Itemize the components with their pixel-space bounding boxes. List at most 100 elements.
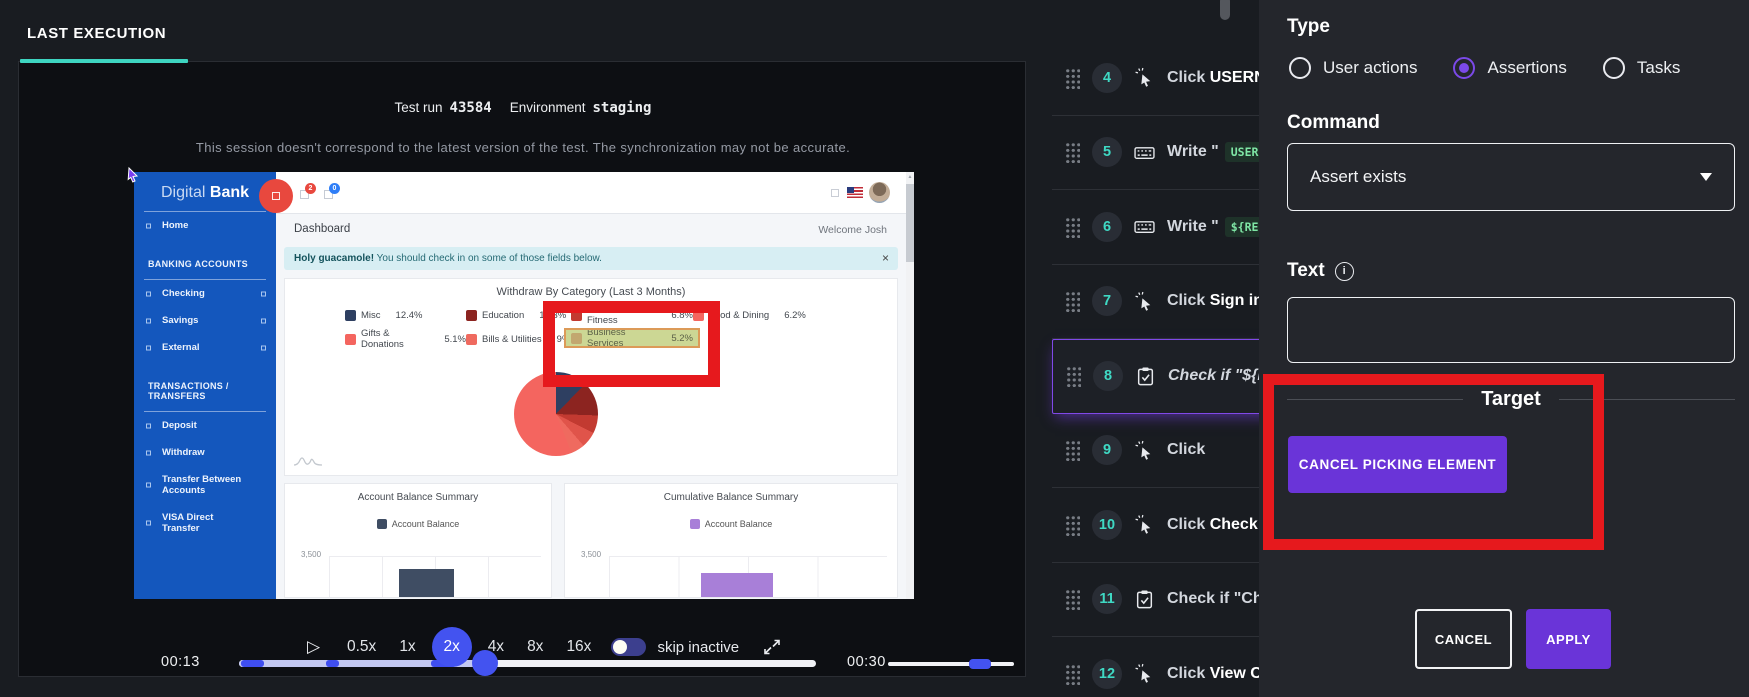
volume-slider[interactable] (888, 659, 1014, 669)
steps-scrollbar-thumb[interactable] (1220, 0, 1230, 20)
speed-button[interactable]: 1x (392, 627, 422, 667)
timeline-marker[interactable] (241, 660, 264, 667)
bank-nav-item[interactable]: External (144, 334, 266, 361)
avatar[interactable] (869, 182, 890, 203)
settings-icon[interactable] (831, 189, 839, 197)
test-run-meta: Test run 43584 Environment staging (19, 100, 1027, 116)
legend-item[interactable]: Gifts & Donations 5.1% (345, 328, 466, 350)
drag-handle-icon[interactable] (1064, 141, 1080, 164)
test-step-row[interactable]: 4 Click USERNAME (1052, 41, 1301, 116)
info-icon[interactable]: i (1334, 261, 1354, 281)
fullscreen-icon[interactable] (762, 637, 782, 657)
type-radio-option[interactable]: Assertions (1453, 57, 1567, 79)
notification-icon[interactable]: 2 (300, 183, 316, 199)
test-step-row[interactable]: 7 Click Sign in (1052, 265, 1292, 339)
drag-handle-icon[interactable] (1065, 365, 1081, 388)
summary-row: Account Balance Summary Account Balance … (284, 483, 898, 598)
bank-nav-item[interactable]: VISA Direct Transfer (144, 504, 266, 542)
test-step-row[interactable]: 11 Check if "Ch (1052, 563, 1292, 637)
test-step-row[interactable]: 8 Check if "${L (1052, 339, 1292, 414)
legend-swatch (466, 333, 477, 345)
drag-handle-icon[interactable] (1064, 290, 1080, 313)
text-input[interactable] (1287, 297, 1735, 363)
command-select[interactable]: Assert exists (1287, 143, 1735, 211)
click-icon (1134, 291, 1155, 312)
step-number: 8 (1093, 361, 1123, 392)
keyboard-icon (1134, 216, 1155, 237)
test-step-row[interactable]: 5 Write " USER (1052, 116, 1292, 190)
bank-nav-item[interactable]: Deposit (144, 412, 266, 439)
legend-label: Gifts & Donations (361, 328, 404, 350)
cumulative-balance-card: Cumulative Balance Summary Account Balan… (564, 483, 898, 598)
radio-label: Tasks (1636, 58, 1681, 77)
cancel-button[interactable]: CANCEL (1415, 609, 1512, 669)
click-icon (1134, 663, 1155, 684)
bank-nav-item[interactable]: Checking (144, 280, 266, 307)
nav-bullet-icon (146, 291, 151, 296)
step-number: 11 (1092, 584, 1122, 615)
apply-button[interactable]: APPLY (1526, 609, 1611, 669)
legend-swatch (466, 309, 477, 321)
video-frame[interactable]: Digital Bank Home BANKING ACCOUNTS Check… (134, 172, 914, 599)
test-step-row[interactable]: 10 Click Check (1052, 488, 1292, 563)
mini-bar-chart (609, 556, 887, 597)
scroll-up-icon[interactable]: ▲ (906, 172, 914, 182)
message-icon[interactable]: 0 (324, 183, 340, 199)
speed-button[interactable]: 2x (431, 627, 472, 667)
drag-handle-icon[interactable] (1064, 513, 1080, 536)
page-title: Dashboard (294, 223, 351, 235)
drag-handle-icon[interactable] (1064, 215, 1080, 238)
play-button[interactable]: ▷ (307, 637, 331, 657)
step-properties-panel: Type User actions Assertions Tasks Comma (1259, 0, 1749, 697)
test-step-row[interactable]: 12 Click View C (1052, 637, 1292, 697)
scrollbar[interactable]: ▲ (906, 172, 914, 599)
bank-nav-item[interactable]: Transfer Between Accounts (144, 466, 266, 504)
record-indicator-button[interactable] (259, 179, 293, 213)
speed-button[interactable]: 0.5x (340, 627, 383, 667)
volume-knob[interactable] (968, 659, 991, 669)
radio-icon[interactable] (1602, 57, 1625, 79)
bank-nav-item[interactable]: TRANSACTIONS / TRANSFERS (144, 373, 266, 412)
bank-nav-item[interactable]: Savings (144, 307, 266, 334)
drag-handle-icon[interactable] (1064, 66, 1080, 89)
bank-nav-item[interactable]: BANKING ACCOUNTS (144, 251, 266, 280)
test-run-value: 43584 (449, 100, 492, 116)
tab-last-execution[interactable]: LAST EXECUTION (27, 25, 166, 42)
nav-label: TRANSACTIONS / TRANSFERS (148, 381, 229, 401)
drag-handle-icon[interactable] (1064, 662, 1080, 685)
recorded-cursor-icon (127, 166, 139, 183)
type-radio-option[interactable]: User actions (1289, 57, 1417, 79)
scrollbar-thumb[interactable] (906, 184, 914, 262)
duration-time: 00:30 (847, 654, 886, 670)
skip-inactive-toggle[interactable] (611, 638, 647, 656)
welcome-text: Welcome Josh (818, 224, 887, 236)
radio-icon[interactable] (1453, 57, 1476, 79)
test-step-row[interactable]: 9 Click (1052, 414, 1292, 488)
bank-nav-item[interactable]: Withdraw (144, 439, 266, 466)
bank-nav-item[interactable]: Home (144, 212, 266, 239)
test-step-row[interactable]: 6 Write " ${RE (1052, 190, 1292, 265)
badge-count: 2 (305, 183, 316, 194)
radio-icon[interactable] (1289, 57, 1311, 79)
type-radio-option[interactable]: Tasks (1602, 57, 1681, 79)
legend-item[interactable]: Misc 12.4% (345, 307, 466, 323)
speed-button[interactable]: 4x (481, 627, 511, 667)
environment-value: staging (592, 100, 652, 116)
radio-label: User actions (1323, 58, 1418, 77)
nav-label: External (162, 342, 200, 353)
drag-handle-icon[interactable] (1064, 588, 1080, 611)
speed-button[interactable]: 16x (559, 627, 598, 667)
us-flag-icon[interactable] (847, 187, 863, 198)
nav-label: BANKING ACCOUNTS (148, 259, 248, 269)
nav-label: Transfer Between Accounts (162, 474, 242, 496)
speed-button[interactable]: 8x (520, 627, 550, 667)
chevron-down-icon (1700, 173, 1712, 187)
nav-label: VISA Direct Transfer (162, 512, 214, 534)
command-value: Assert exists (1310, 167, 1407, 186)
close-icon[interactable]: × (882, 247, 889, 270)
legend-swatch (345, 333, 356, 345)
step-number: 12 (1092, 658, 1122, 689)
drag-handle-icon[interactable] (1064, 439, 1080, 462)
bank-logo: Digital Bank (160, 184, 250, 201)
bar (398, 569, 455, 597)
